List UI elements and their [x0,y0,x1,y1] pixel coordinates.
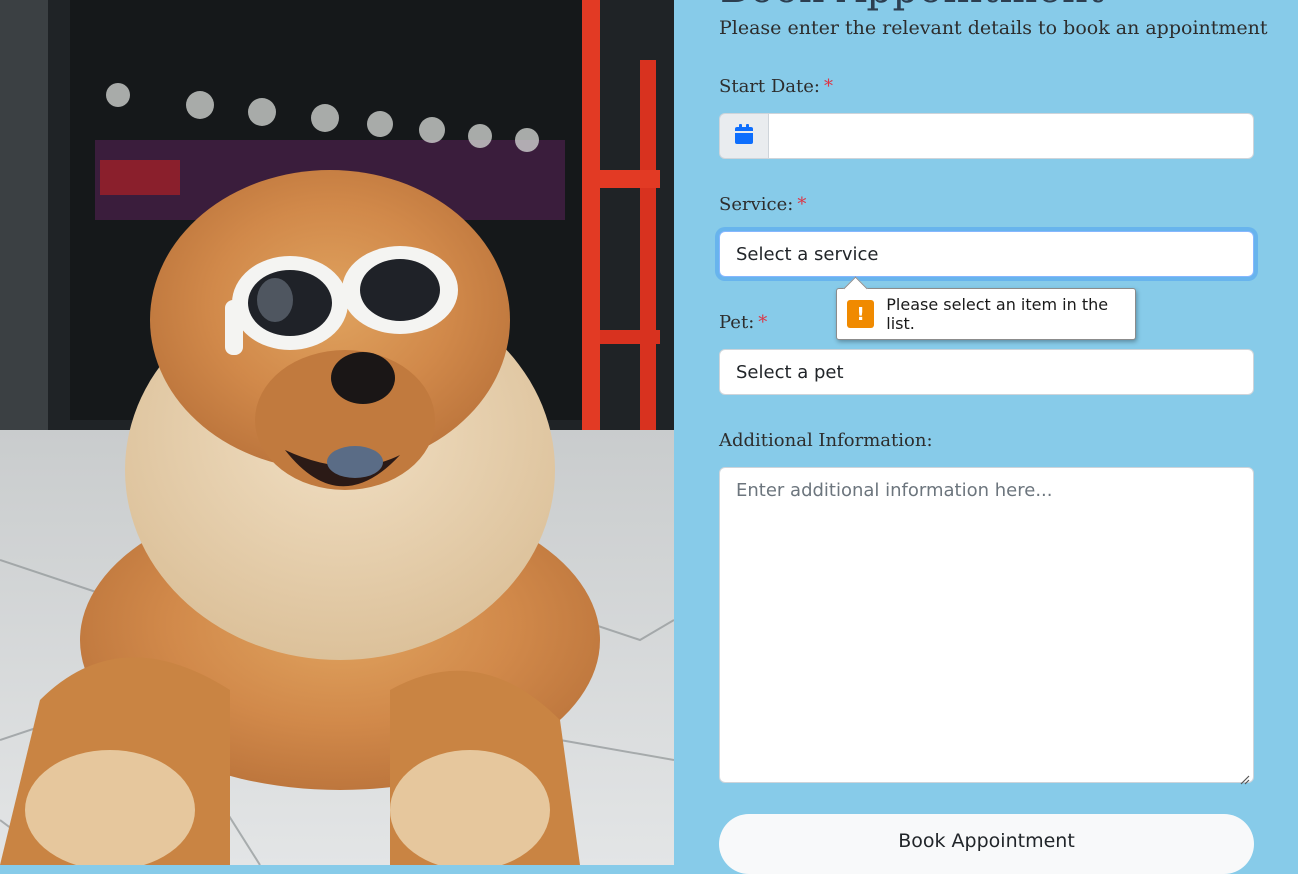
booking-form: Book Appointment Please enter the releva… [674,0,1298,874]
service-label-text: Service: [719,194,794,215]
service-select[interactable]: Select a service [719,231,1254,277]
resize-handle-icon[interactable] [1240,769,1250,785]
required-marker: * [797,194,807,215]
start-date-label-text: Start Date: [719,76,820,97]
calendar-icon [735,124,753,148]
tooltip-text: Please select an item in the list. [886,295,1109,333]
pet-label-text: Pet: [719,312,755,333]
service-label: Service: * [719,194,806,215]
service-select-value: Select a service [736,243,879,265]
additional-info-textarea[interactable]: Enter additional information here... [719,467,1254,785]
hero-dog-photo [0,0,674,865]
start-date-label: Start Date: * [719,76,833,97]
pet-select-value: Select a pet [736,361,844,383]
form-subtitle: Please enter the relevant details to boo… [719,17,1268,39]
calendar-button[interactable] [719,113,768,159]
page-title: Book Appointment [720,0,1105,12]
start-date-input[interactable] [768,113,1254,159]
additional-info-label: Additional Information: [719,430,933,451]
start-date-group [719,113,1254,159]
additional-info-placeholder: Enter additional information here... [736,480,1053,501]
pet-select[interactable]: Select a pet [719,349,1254,395]
book-appointment-button[interactable]: Book Appointment [719,814,1254,874]
required-marker: * [758,312,768,333]
required-marker: * [823,76,833,97]
pet-label: Pet: * [719,312,767,333]
warning-icon: ! [847,300,875,328]
validation-tooltip: ! Please select an item in the list. [836,276,1136,340]
